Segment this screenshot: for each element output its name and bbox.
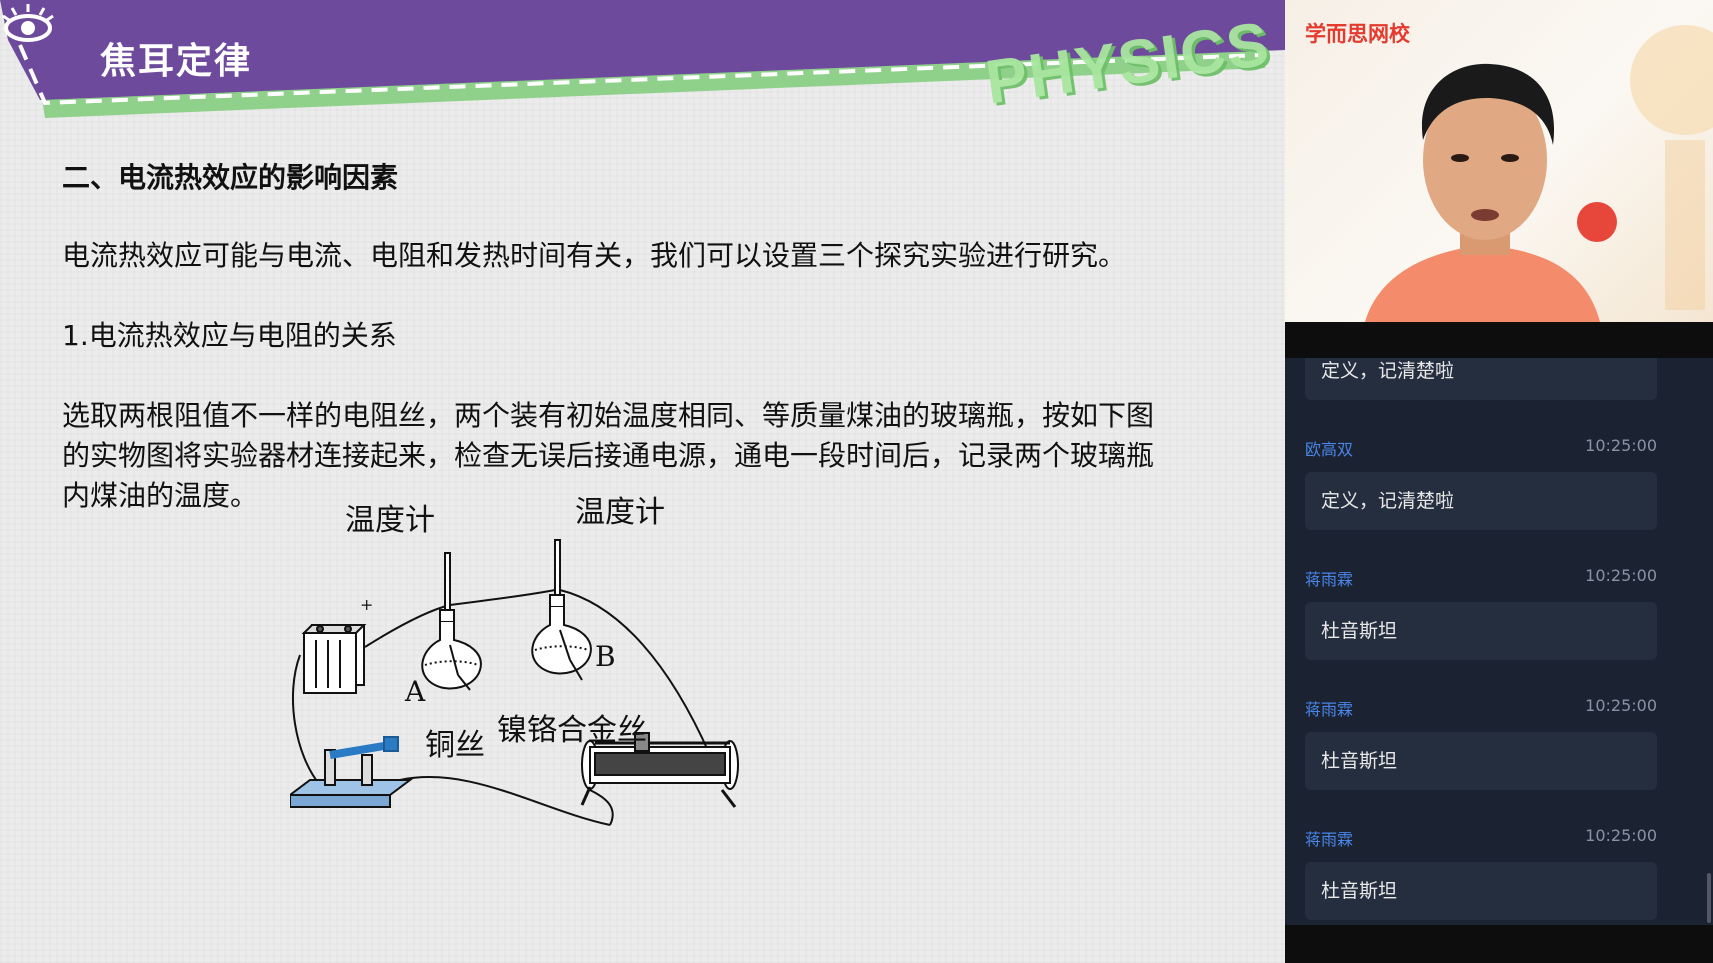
side-panel: 学而思网校 定义，记清楚啦 欧高双 10:25:00 定义，记清楚啦 蒋雨霖 1… <box>1285 0 1713 963</box>
subheading: 1.电流热效应与电阻的关系 <box>62 319 397 352</box>
brand-logo: 学而思网校 <box>1305 22 1410 46</box>
intro-paragraph: 电流热效应可能与电流、电阻和发热时间有关，我们可以设置三个探究实验进行研究。 <box>62 239 1127 272</box>
chat-message-bubble: 定义，记清楚啦 <box>1305 358 1657 400</box>
title-banner: 焦耳定律 PHYSICS <box>0 0 1285 130</box>
chat-scrollbar[interactable] <box>1707 873 1711 923</box>
chat-username[interactable]: 蒋雨霖 <box>1305 570 1353 589</box>
copper-wire-label: 铜丝 <box>425 728 485 763</box>
teacher-video[interactable]: 学而思网校 <box>1285 0 1713 322</box>
eye-icon <box>2 4 54 42</box>
video-divider <box>1285 322 1713 358</box>
thermometer-label-left: 温度计 <box>345 503 435 538</box>
nichrome-wire-label: 镍铬合金丝 <box>497 713 647 748</box>
section-heading: 二、电流热效应的影响因素 <box>62 161 399 194</box>
teacher-figure <box>1365 25 1713 322</box>
slide-panel: 焦耳定律 PHYSICS 二、电流热效应的影响因素 电流热效应可能与电流、电阻和… <box>0 0 1285 963</box>
banner-title: 焦耳定律 <box>100 41 253 82</box>
flask-a-label: A <box>405 675 426 708</box>
chat-message-header: 蒋雨霖 10:25:00 <box>1305 566 1657 590</box>
chat-panel[interactable]: 定义，记清楚啦 欧高双 10:25:00 定义，记清楚啦 蒋雨霖 10:25:0… <box>1285 358 1713 925</box>
chat-message-bubble: 杜音斯坦 <box>1305 862 1657 920</box>
chat-username[interactable]: 蒋雨霖 <box>1305 700 1353 719</box>
procedure-line: 选取两根阻值不一样的电阻丝，两个装有初始温度相同、等质量煤油的玻璃瓶，按如下图 <box>62 399 1155 432</box>
chat-message-header: 蒋雨霖 10:25:00 <box>1305 826 1657 850</box>
chat-message-bubble: 杜音斯坦 <box>1305 732 1657 790</box>
chat-timestamp: 10:25:00 <box>1585 696 1657 715</box>
positive-terminal-label: + <box>360 595 374 614</box>
chat-footer <box>1285 925 1713 963</box>
chat-username[interactable]: 欧高双 <box>1305 440 1353 459</box>
circuit-drawing <box>287 539 739 826</box>
chat-message-header: 蒋雨霖 10:25:00 <box>1305 696 1657 720</box>
thermometer-label-right: 温度计 <box>575 495 665 530</box>
procedure-line: 的实物图将实验器材连接起来，检查无误后接通电源，通电一段时间后，记录两个玻璃瓶 <box>62 439 1155 472</box>
chat-message-header: 欧高双 10:25:00 <box>1305 436 1657 460</box>
chat-timestamp: 10:25:00 <box>1585 566 1657 585</box>
chat-timestamp: 10:25:00 <box>1585 826 1657 845</box>
chat-message-bubble: 定义，记清楚啦 <box>1305 472 1657 530</box>
chat-timestamp: 10:25:00 <box>1585 436 1657 455</box>
flask-b-label: B <box>595 640 616 673</box>
experiment-diagram: 温度计 温度计 + A B 铜丝 镍铬合金丝 <box>287 495 820 840</box>
chat-message-bubble: 杜音斯坦 <box>1305 602 1657 660</box>
chat-username[interactable]: 蒋雨霖 <box>1305 830 1353 849</box>
